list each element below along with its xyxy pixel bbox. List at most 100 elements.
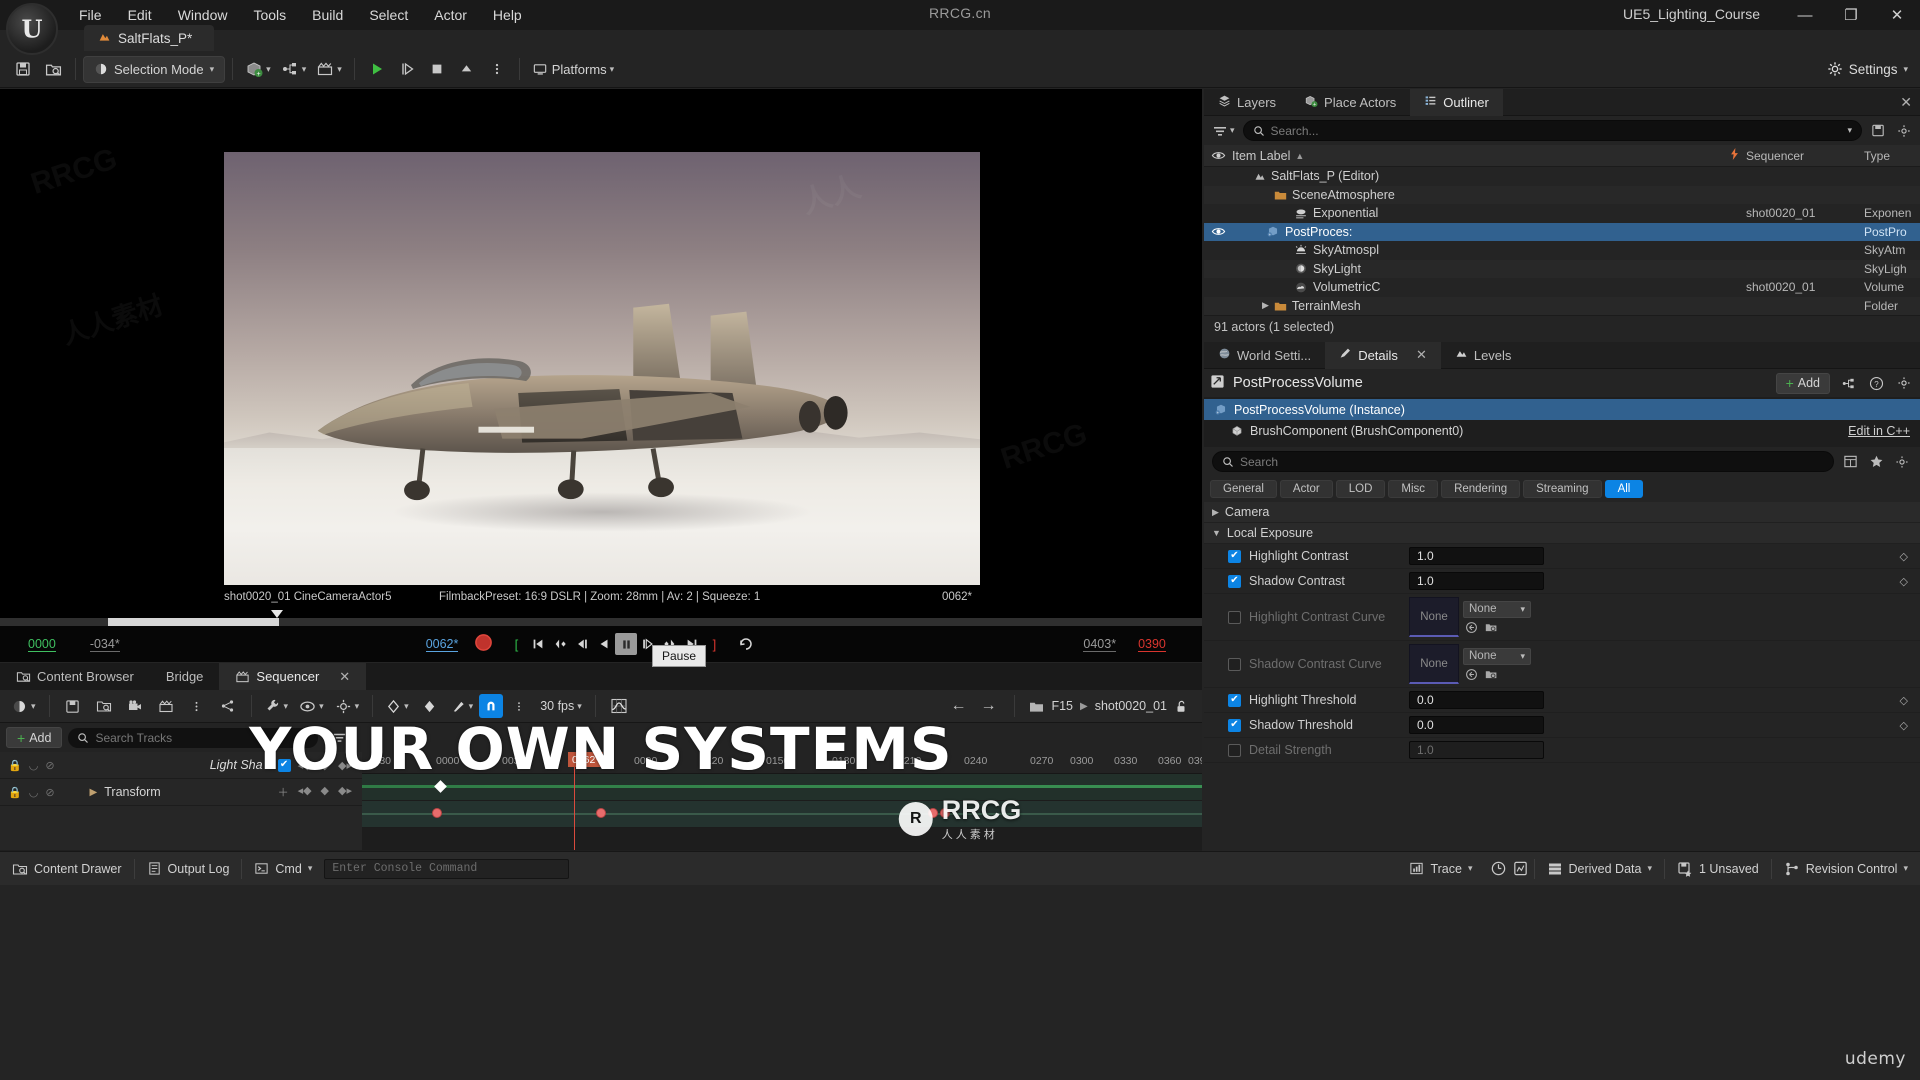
unlock-icon[interactable] — [1174, 699, 1188, 714]
menu-edit[interactable]: Edit — [115, 3, 165, 27]
details-help-icon[interactable]: ? — [1866, 373, 1886, 393]
maximize-button[interactable]: ❐ — [1828, 0, 1874, 30]
outliner-row-skyatmosphere[interactable]: SkyAtmospl SkyAtm — [1204, 241, 1920, 260]
reset-keyframe-icon[interactable]: ◇ — [1900, 550, 1908, 563]
selection-mode-button[interactable]: Selection Mode ▾ — [83, 55, 226, 83]
create-camera-icon[interactable] — [120, 693, 150, 720]
details-search-box[interactable] — [1212, 451, 1834, 472]
close-icon[interactable]: ✕ — [1900, 94, 1912, 111]
reset-keyframe-icon[interactable]: ◇ — [1900, 719, 1908, 732]
unsaved-button[interactable]: 1 Unsaved — [1665, 852, 1771, 886]
property-checkbox[interactable] — [1228, 574, 1241, 588]
cinematics-button[interactable]: ▾ — [311, 56, 347, 83]
timeline-ruler[interactable]: -030 0000 0030 0060 0090 0120 0150 0180 … — [362, 752, 1202, 774]
loop-button[interactable] — [735, 633, 757, 655]
outliner-row-terrainmesh[interactable]: ▶ TerrainMesh Folder — [1204, 296, 1920, 315]
add-track-button[interactable]: + Add — [6, 727, 63, 748]
level-viewport[interactable]: shot0020_01 CineCameraActor5 FilmbackPre… — [0, 89, 1202, 662]
track-search-box[interactable] — [68, 727, 319, 748]
more-options-icon[interactable] — [482, 56, 512, 83]
track-row-light-shaft[interactable]: 🔒 ◡ ⊘ Light Sha ◂◆ ◆ ◆▸ — [0, 752, 362, 779]
lock-icon[interactable]: 🔒 — [8, 759, 22, 772]
tab-details[interactable]: Details ✕ — [1325, 341, 1441, 369]
details-view-options-icon[interactable] — [1892, 452, 1912, 472]
blueprints-button[interactable]: ▾ — [276, 56, 312, 83]
outliner-filter-button[interactable]: ▾ — [1210, 123, 1237, 139]
outliner-row-volumetriccloud[interactable]: VolumetricC shot0020_01 Volume — [1204, 278, 1920, 297]
outliner-row-sceneatmosphere[interactable]: SceneAtmosphere — [1204, 185, 1920, 204]
reset-keyframe-icon[interactable]: ◇ — [1900, 694, 1908, 707]
curve-asset-dropdown[interactable]: None ▾ — [1463, 600, 1531, 618]
property-checkbox[interactable] — [1228, 693, 1241, 707]
details-grid-view-icon[interactable] — [1840, 452, 1860, 472]
property-checkbox[interactable] — [1228, 743, 1241, 757]
tab-world-settings[interactable]: World Setti... — [1204, 342, 1325, 369]
solo-icon[interactable]: ⊘ — [45, 786, 54, 799]
save-icon[interactable] — [8, 56, 38, 83]
property-detail-strength[interactable]: Detail Strength 1.0 — [1204, 738, 1920, 763]
viewport-timeline-scrollbar[interactable] — [0, 618, 1202, 626]
property-highlight-contrast-curve[interactable]: Highlight Contrast Curve None None ▾ — [1204, 594, 1920, 641]
track-band-light-shaft[interactable] — [362, 774, 1202, 801]
property-highlight-contrast[interactable]: Highlight Contrast 1.0 ◇ — [1204, 544, 1920, 569]
add-actor-button[interactable]: + ▾ — [240, 56, 276, 83]
track-row-transform[interactable]: 🔒 ◡ ⊘ ▶ Transform ＋ ◂◆ ◆ ◆▸ — [0, 779, 362, 806]
add-key-icon[interactable]: ◆ — [321, 784, 329, 800]
track-search-input[interactable] — [95, 730, 310, 745]
section-camera[interactable]: ▶ Camera — [1204, 502, 1920, 523]
tab-place-actors[interactable]: + Place Actors — [1290, 89, 1410, 116]
property-value[interactable]: 0.0 — [1409, 716, 1544, 734]
more-options-icon[interactable] — [182, 693, 212, 720]
add-component-button[interactable]: + Add — [1775, 372, 1830, 394]
component-row-postprocessvolume[interactable]: + PostProcessVolume (Instance) — [1204, 399, 1920, 420]
property-shadow-threshold[interactable]: Shadow Threshold 0.0 ◇ — [1204, 713, 1920, 738]
keyframe-diamond[interactable] — [434, 780, 447, 793]
breadcrumb-folder[interactable]: F15 — [1051, 699, 1073, 713]
minimize-button[interactable]: — — [1782, 0, 1828, 30]
details-favorites-icon[interactable] — [1866, 452, 1886, 472]
curve-asset-dropdown[interactable]: None ▾ — [1463, 647, 1531, 665]
sequencer-find-icon[interactable] — [89, 693, 119, 720]
details-blueprint-icon[interactable] — [1838, 373, 1858, 393]
property-shadow-contrast-curve[interactable]: Shadow Contrast Curve None None ▾ — [1204, 641, 1920, 688]
platforms-button[interactable]: Platforms ▾ — [527, 56, 619, 83]
find-in-content-browser-icon[interactable] — [1485, 668, 1498, 681]
key-all-icon[interactable] — [415, 693, 445, 720]
end-bracket-button[interactable]: ] — [703, 633, 725, 655]
sequencer-view-button[interactable]: ▾ — [294, 693, 329, 720]
curve-thumbnail[interactable]: None — [1409, 597, 1459, 637]
menu-window[interactable]: Window — [165, 3, 241, 27]
menu-tools[interactable]: Tools — [240, 3, 299, 27]
curve-editor-icon[interactable] — [604, 693, 634, 720]
property-value[interactable]: 1.0 — [1409, 741, 1544, 759]
chip-actor[interactable]: Actor — [1279, 480, 1333, 498]
transport-current-frame[interactable]: 0062* — [425, 637, 459, 652]
sequencer-bake-button[interactable]: ▾ — [330, 693, 365, 720]
step-back-button[interactable] — [571, 633, 593, 655]
property-value[interactable]: 1.0 — [1409, 572, 1544, 590]
pause-button[interactable] — [615, 633, 638, 655]
previous-key-button[interactable] — [549, 633, 571, 655]
performance-button[interactable] — [1485, 852, 1512, 886]
level-tab[interactable]: SaltFlats_P* — [84, 25, 215, 51]
timeline-area[interactable]: -030 0000 0030 0060 0090 0120 0150 0180 … — [362, 752, 1202, 850]
column-type[interactable]: Type — [1864, 149, 1920, 163]
property-value[interactable]: 0.0 — [1409, 691, 1544, 709]
property-value[interactable]: 1.0 — [1409, 547, 1544, 565]
tab-sequencer[interactable]: Sequencer ✕ — [219, 663, 367, 690]
add-key-icon[interactable]: ◆ — [321, 759, 329, 772]
find-in-content-browser-icon[interactable] — [1485, 621, 1498, 634]
sequencer-tools-button[interactable]: ▾ — [260, 693, 294, 720]
chevron-down-icon[interactable]: ▾ — [1847, 125, 1852, 136]
skip-play-icon[interactable] — [392, 56, 422, 83]
details-search-input[interactable] — [1240, 454, 1824, 469]
track-filter-icon[interactable] — [324, 724, 354, 751]
column-sequencer[interactable]: Sequencer — [1746, 149, 1864, 163]
chip-misc[interactable]: Misc — [1388, 480, 1439, 498]
menu-build[interactable]: Build — [299, 3, 356, 27]
track-checkbox[interactable] — [277, 758, 291, 772]
expand-triangle-icon[interactable]: ▶ — [90, 787, 98, 798]
property-checkbox[interactable] — [1228, 610, 1241, 624]
chip-streaming[interactable]: Streaming — [1523, 480, 1602, 498]
viewport-playhead-marker[interactable] — [271, 610, 283, 618]
